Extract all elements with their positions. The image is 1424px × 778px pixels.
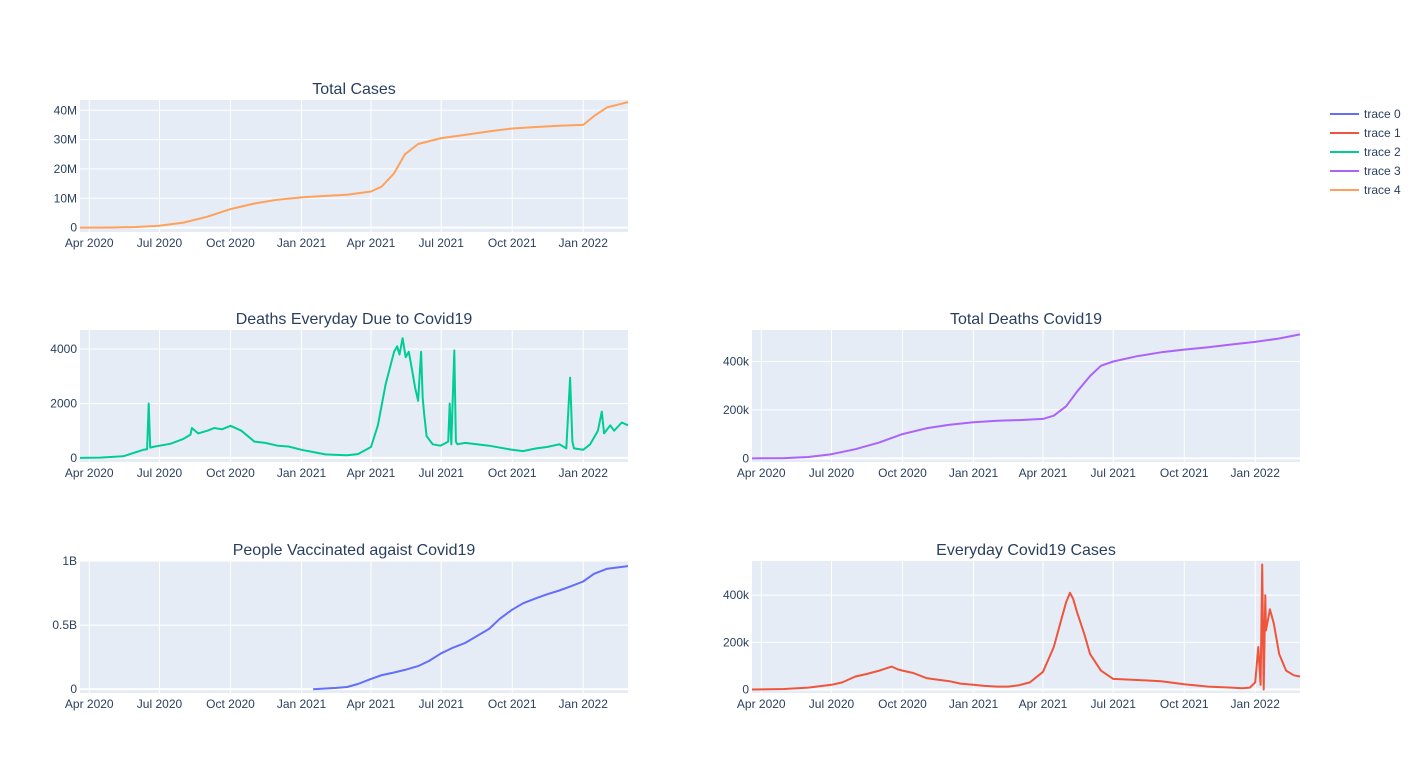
legend: trace 0 trace 1 trace 2 trace 3 trace 4	[1330, 107, 1401, 197]
y-tick-label: 400k	[723, 588, 750, 602]
plot-area	[80, 100, 628, 232]
x-tick-label: Jul 2021	[419, 466, 465, 480]
x-tick-label: Oct 2020	[206, 236, 255, 250]
y-tick-label: 0	[70, 221, 77, 235]
x-tick-label: Jul 2020	[137, 466, 183, 480]
legend-label: trace 2	[1364, 145, 1401, 159]
legend-item[interactable]: trace 2	[1330, 145, 1401, 159]
x-tick-label: Jan 2021	[277, 697, 327, 711]
plot-area	[80, 561, 628, 693]
x-tick-label: Apr 2021	[347, 236, 396, 250]
x-tick-label: Oct 2020	[878, 697, 927, 711]
y-tick-label: 4000	[50, 342, 77, 356]
total-cases-subplot: Apr 2020 Jul 2020 Oct 2020 Jan 2021 Apr 2021…	[54, 81, 629, 250]
x-tick-label: Jul 2021	[1091, 466, 1137, 480]
x-tick-label: Oct 2020	[878, 466, 927, 480]
subplot-title: People Vaccinated agaist Covid19	[233, 542, 476, 559]
x-tick-label: Oct 2020	[206, 697, 255, 711]
x-tick-label: Oct 2021	[1160, 697, 1209, 711]
x-tick-label: Oct 2021	[488, 236, 537, 250]
x-tick-label: Jan 2022	[559, 236, 609, 250]
deaths-everyday-subplot: Apr 2020 Jul 2020 Oct 2020 Jan 2021 Apr 2021…	[50, 311, 629, 480]
x-tick-label: Apr 2021	[1019, 466, 1068, 480]
x-tick-label: Oct 2021	[488, 697, 537, 711]
y-tick-label: 200k	[723, 635, 750, 649]
y-tick-label: 0	[742, 451, 749, 465]
x-tick-label: Oct 2021	[488, 466, 537, 480]
x-tick-label: Jul 2021	[419, 236, 465, 250]
x-tick-label: Jan 2022	[1231, 466, 1281, 480]
x-tick-label: Jul 2021	[1091, 697, 1137, 711]
x-tick-label: Apr 2020	[65, 466, 114, 480]
x-tick-label: Apr 2021	[347, 466, 396, 480]
x-tick-label: Jan 2021	[277, 236, 327, 250]
people-vaccinated-subplot: Apr 2020 Jul 2020 Oct 2020 Jan 2021 Apr 2021…	[52, 542, 629, 711]
x-tick-label: Jan 2021	[949, 466, 999, 480]
x-tick-label: Oct 2021	[1160, 466, 1209, 480]
y-tick-label: 0	[742, 682, 749, 696]
legend-item[interactable]: trace 4	[1330, 183, 1401, 197]
x-tick-label: Jan 2022	[559, 697, 609, 711]
subplot-title: Everyday Covid19 Cases	[936, 542, 1116, 559]
y-tick-label: 400k	[723, 354, 750, 368]
x-tick-label: Jan 2022	[559, 466, 609, 480]
y-tick-label: 0	[70, 451, 77, 465]
x-tick-label: Jul 2020	[809, 697, 855, 711]
x-tick-label: Jan 2021	[949, 697, 999, 711]
legend-label: trace 4	[1364, 183, 1401, 197]
subplot-panels: Apr 2020 Jul 2020 Oct 2020 Jan 2021 Apr 2021…	[50, 81, 1301, 711]
x-tick-label: Apr 2021	[347, 697, 396, 711]
subplots-figure: Apr 2020 Jul 2020 Oct 2020 Jan 2021 Apr 2021…	[50, 81, 1401, 711]
x-tick-label: Jul 2020	[809, 466, 855, 480]
subplot-title: Total Deaths Covid19	[950, 311, 1102, 328]
x-tick-label: Jan 2022	[1231, 697, 1281, 711]
x-tick-label: Apr 2020	[737, 697, 786, 711]
legend-label: trace 3	[1364, 164, 1401, 178]
legend-item[interactable]: trace 3	[1330, 164, 1401, 178]
legend-item[interactable]: trace 0	[1330, 107, 1401, 121]
y-tick-label: 2000	[50, 396, 77, 410]
x-tick-label: Apr 2020	[65, 236, 114, 250]
y-tick-label: 40M	[54, 103, 77, 117]
x-tick-label: Jan 2021	[277, 466, 327, 480]
subplot-title: Deaths Everyday Due to Covid19	[236, 311, 473, 328]
y-tick-label: 30M	[54, 133, 77, 147]
x-tick-label: Apr 2020	[737, 466, 786, 480]
legend-label: trace 1	[1364, 126, 1401, 140]
everyday-cases-subplot: Apr 2020 Jul 2020 Oct 2020 Jan 2021 Apr 2021…	[723, 542, 1301, 711]
y-tick-label: 1B	[62, 554, 77, 568]
plot-area	[80, 330, 628, 462]
x-tick-label: Oct 2020	[206, 466, 255, 480]
legend-item[interactable]: trace 1	[1330, 126, 1401, 140]
y-tick-label: 20M	[54, 162, 77, 176]
x-tick-label: Apr 2020	[65, 697, 114, 711]
y-tick-label: 200k	[723, 403, 750, 417]
x-tick-label: Jul 2020	[137, 697, 183, 711]
plot-area	[752, 561, 1300, 693]
x-tick-label: Jul 2020	[137, 236, 183, 250]
legend-label: trace 0	[1364, 107, 1401, 121]
subplot-title: Total Cases	[312, 81, 396, 98]
y-tick-label: 0	[70, 682, 77, 696]
x-tick-label: Jul 2021	[419, 697, 465, 711]
x-tick-label: Apr 2021	[1019, 697, 1068, 711]
y-tick-label: 0.5B	[52, 618, 77, 632]
y-tick-label: 10M	[54, 191, 77, 205]
plot-area	[752, 330, 1300, 462]
total-deaths-subplot: Apr 2020 Jul 2020 Oct 2020 Jan 2021 Apr 2021…	[723, 311, 1301, 480]
